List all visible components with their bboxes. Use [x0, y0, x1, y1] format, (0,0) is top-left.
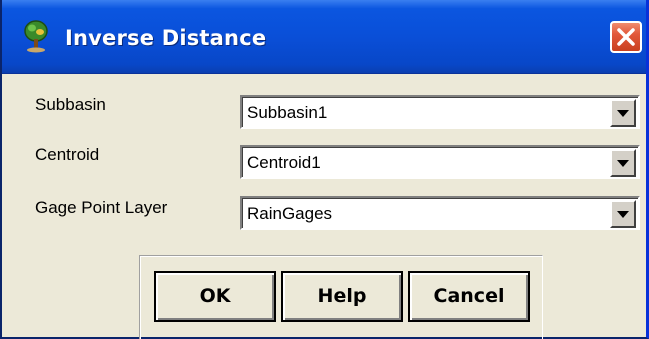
chevron-down-icon	[617, 110, 629, 117]
window-title: Inverse Distance	[65, 26, 267, 50]
help-button[interactable]: Help	[281, 271, 403, 322]
centroid-dropdown[interactable]: Centroid1	[240, 145, 640, 179]
centroid-label: Centroid	[35, 145, 100, 164]
tree-icon	[21, 19, 51, 53]
chevron-down-icon	[617, 160, 629, 167]
subbasin-dropdown-arrow[interactable]	[610, 99, 636, 127]
centroid-dropdown-arrow[interactable]	[610, 149, 636, 177]
chevron-down-icon	[617, 211, 629, 218]
subbasin-dropdown[interactable]: Subbasin1	[240, 95, 640, 129]
gage-point-layer-dropdown-arrow[interactable]	[610, 200, 636, 228]
subbasin-value: Subbasin1	[247, 103, 328, 122]
close-icon	[617, 28, 635, 46]
cancel-button[interactable]: Cancel	[408, 271, 530, 322]
gage-point-layer-value: RainGages	[247, 204, 333, 223]
ok-button[interactable]: OK	[154, 271, 276, 322]
title-bar[interactable]: Inverse Distance	[2, 0, 646, 74]
inverse-distance-dialog: Inverse Distance Subbasin Subbasin1 Cent…	[0, 0, 649, 339]
gage-point-layer-label: Gage Point Layer	[35, 198, 168, 217]
close-button[interactable]	[610, 21, 642, 53]
gage-point-layer-dropdown[interactable]: RainGages	[240, 196, 640, 230]
subbasin-label: Subbasin	[35, 95, 106, 114]
centroid-value: Centroid1	[247, 153, 321, 172]
